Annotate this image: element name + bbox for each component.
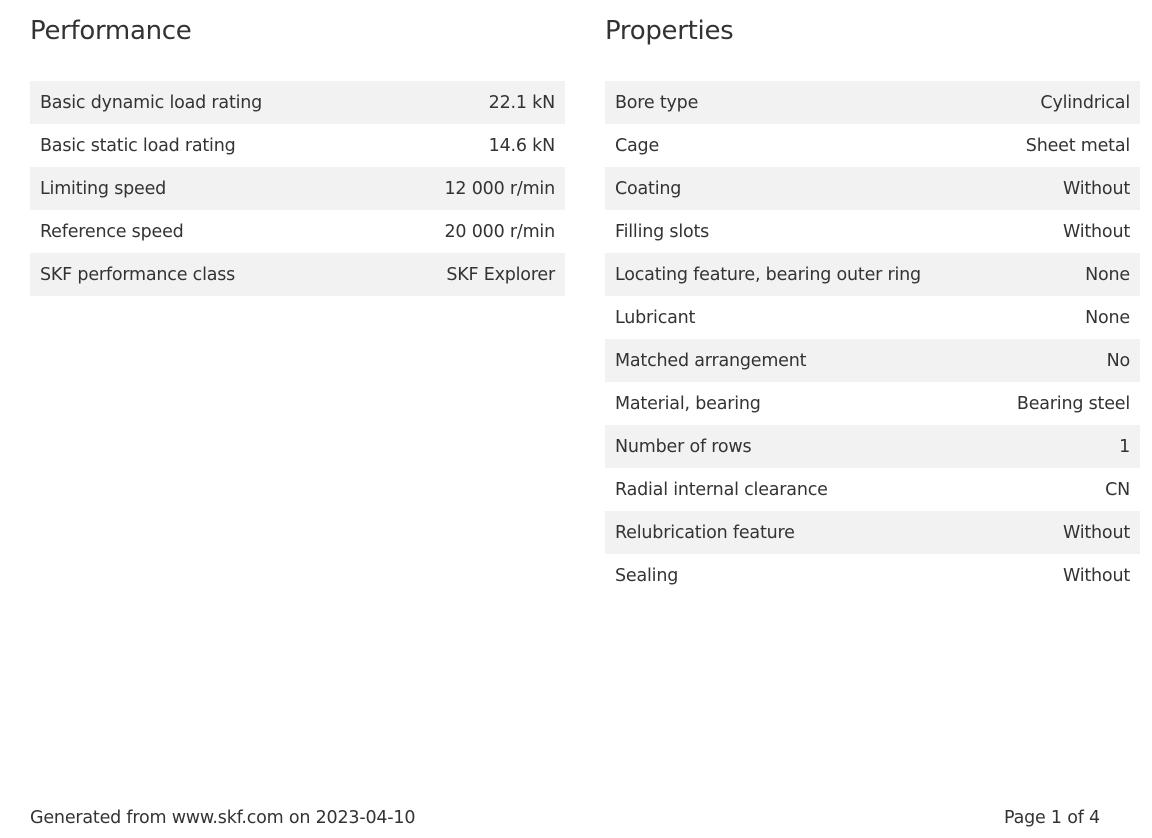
- row-value: No: [1106, 350, 1131, 371]
- row-label: Number of rows: [615, 436, 752, 457]
- row-label: Limiting speed: [40, 178, 167, 199]
- row-label: SKF performance class: [40, 264, 236, 285]
- row-value: Without: [1063, 522, 1130, 543]
- row-label: Basic static load rating: [40, 135, 236, 156]
- row-value: Bearing steel: [1016, 393, 1130, 414]
- properties-table: Bore type Cylindrical Cage Sheet metal C…: [605, 81, 1140, 597]
- row-label: Sealing: [615, 565, 679, 586]
- row-label: Lubricant: [615, 307, 696, 328]
- table-row: Sealing Without: [605, 554, 1140, 597]
- generated-note: Generated from www.skf.com on 2023-04-10: [30, 808, 416, 828]
- table-row: SKF performance class SKF Explorer: [30, 253, 565, 296]
- row-label: Material, bearing: [615, 393, 761, 414]
- row-label: Cage: [615, 135, 660, 156]
- row-value: 20 000 r/min: [444, 221, 556, 242]
- table-row: Limiting speed 12 000 r/min: [30, 167, 565, 210]
- row-value: 22.1 kN: [488, 92, 556, 113]
- row-value: None: [1085, 307, 1130, 328]
- table-row: Relubrication feature Without: [605, 511, 1140, 554]
- row-label: Radial internal clearance: [615, 479, 828, 500]
- row-label: Relubrication feature: [615, 522, 795, 543]
- performance-table: Basic dynamic load rating 22.1 kN Basic …: [30, 81, 565, 296]
- performance-title: Performance: [30, 16, 192, 46]
- row-label: Filling slots: [615, 221, 710, 242]
- row-value: Without: [1063, 221, 1130, 242]
- row-value: CN: [1105, 479, 1130, 500]
- row-label: Locating feature, bearing outer ring: [615, 264, 921, 285]
- row-label: Coating: [615, 178, 682, 199]
- table-row: Bore type Cylindrical: [605, 81, 1140, 124]
- table-row: Cage Sheet metal: [605, 124, 1140, 167]
- table-row: Material, bearing Bearing steel: [605, 382, 1140, 425]
- table-row: Reference speed 20 000 r/min: [30, 210, 565, 253]
- table-row: Matched arrangement No: [605, 339, 1140, 382]
- row-value: 14.6 kN: [488, 135, 556, 156]
- table-row: Filling slots Without: [605, 210, 1140, 253]
- row-value: SKF Explorer: [446, 264, 555, 285]
- table-row: Basic dynamic load rating 22.1 kN: [30, 81, 565, 124]
- row-value: Cylindrical: [1040, 92, 1130, 113]
- table-row: Lubricant None: [605, 296, 1140, 339]
- properties-title: Properties: [605, 16, 734, 46]
- row-value: Without: [1063, 565, 1130, 586]
- table-row: Coating Without: [605, 167, 1140, 210]
- row-label: Basic dynamic load rating: [40, 92, 263, 113]
- table-row: Radial internal clearance CN: [605, 468, 1140, 511]
- table-row: Number of rows 1: [605, 425, 1140, 468]
- row-value: Without: [1063, 178, 1130, 199]
- row-label: Reference speed: [40, 221, 184, 242]
- page-number: Page 1 of 4: [1004, 808, 1100, 828]
- row-value: 1: [1119, 436, 1130, 457]
- row-label: Bore type: [615, 92, 699, 113]
- row-value: Sheet metal: [1025, 135, 1130, 156]
- row-value: None: [1085, 264, 1130, 285]
- row-value: 12 000 r/min: [444, 178, 556, 199]
- table-row: Basic static load rating 14.6 kN: [30, 124, 565, 167]
- table-row: Locating feature, bearing outer ring Non…: [605, 253, 1140, 296]
- row-label: Matched arrangement: [615, 350, 807, 371]
